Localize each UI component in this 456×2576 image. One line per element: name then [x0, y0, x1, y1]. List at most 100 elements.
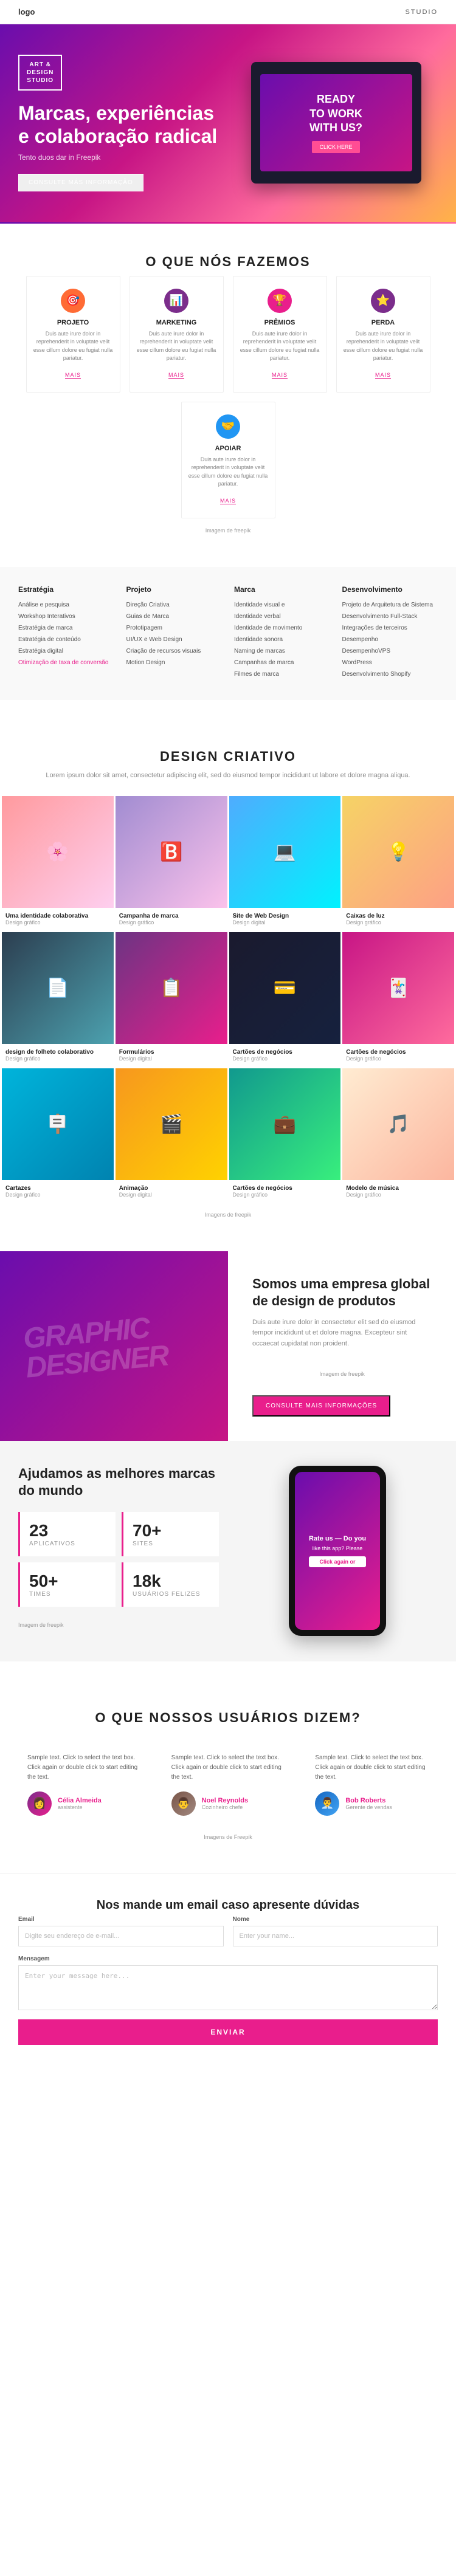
- portfolio-item-2[interactable]: 💻 Site de Web Design Design digital: [229, 796, 341, 930]
- service-icon-marketing: 📊: [164, 289, 188, 313]
- portfolio-item-0[interactable]: 🌸 Uma identidade colaborativa Design grá…: [2, 796, 114, 930]
- hero-cta-button[interactable]: CONSULTE MÁS INFORMAÇÃO: [18, 174, 143, 191]
- hero-right: READY TO WORK WITH US? CLICK HERE: [234, 62, 438, 184]
- stats-left: Ajudamos as melhores marcas do mundo 23 …: [18, 1465, 219, 1637]
- stats-image-credit: Imagem de freepik: [18, 1613, 219, 1637]
- feature-col-projeto: Projeto Direção Criativa Guias de Marca …: [126, 585, 223, 682]
- portfolio-name-0: Uma identidade colaborativa: [5, 913, 110, 919]
- service-desc-3: Duis aute irure dolor in reprehenderit i…: [343, 330, 424, 363]
- testimonial-author-1: 👨 Noel Reynolds Cozinheiro chefe: [171, 1791, 285, 1816]
- portfolio-item-8[interactable]: 🪧 Cartazes Design gráfico: [2, 1068, 114, 1203]
- email-field[interactable]: [18, 1926, 224, 1946]
- portfolio-item-11[interactable]: 🎵 Modelo de música Design gráfico: [342, 1068, 454, 1203]
- message-field[interactable]: [18, 1965, 438, 2010]
- portfolio-item-7[interactable]: 🃏 Cartões de negócios Design gráfico: [342, 932, 454, 1066]
- service-title-0: PROJETO: [33, 319, 114, 326]
- portfolio-cat-1: Design gráfico: [119, 919, 224, 926]
- creative-design-section: DESIGN CRIATIVO Lorem ipsum dolor sit am…: [0, 700, 456, 1251]
- portfolio-grid: 🌸 Uma identidade colaborativa Design grá…: [0, 796, 456, 1202]
- feature-item: Estratégia de marca: [18, 624, 114, 633]
- portfolio-name-7: Cartões de negócios: [346, 1049, 451, 1056]
- message-label: Mensagem: [18, 1956, 438, 1962]
- feature-col-title-2: Marca: [234, 585, 330, 594]
- logo: logo: [18, 7, 35, 16]
- portfolio-name-10: Cartões de negócios: [233, 1185, 337, 1192]
- service-link-1[interactable]: MAIS: [168, 372, 184, 379]
- portfolio-img-bg-10: 💼: [229, 1068, 341, 1180]
- portfolio-img-bg-5: 📋: [116, 932, 227, 1044]
- service-link-2[interactable]: MAIS: [272, 372, 288, 379]
- laptop-mockup: READY TO WORK WITH US? CLICK HERE: [251, 62, 421, 184]
- global-brand-section: GRAPHIC DESIGNER Somos uma empresa globa…: [0, 1251, 456, 1441]
- services-grid: 🎯 PROJETO Duis aute irure dolor in repre…: [0, 276, 456, 518]
- author-name-1: Noel Reynolds: [202, 1797, 248, 1804]
- feature-item: Naming de marcas: [234, 647, 330, 656]
- stat-label-2: TIMES: [29, 1591, 106, 1598]
- testimonial-author-0: 👩 Célia Almeida assistente: [27, 1791, 141, 1816]
- feature-item: Integrações de terceiros: [342, 624, 438, 633]
- portfolio-item-5[interactable]: 📋 Formulários Design digital: [116, 932, 227, 1066]
- features-grid: Estratégia Análise e pesquisa Workshop I…: [18, 585, 438, 682]
- service-title-2: PRÊMIOS: [240, 319, 320, 326]
- service-icon-perda: ⭐: [371, 289, 395, 313]
- hero-section: ART & DESIGN STUDIO Marcas, experiências…: [0, 24, 456, 222]
- name-field[interactable]: [233, 1926, 438, 1946]
- feature-item: Prototipagem: [126, 624, 223, 633]
- portfolio-item-3[interactable]: 💡 Caixas de luz Design gráfico: [342, 796, 454, 930]
- hero-left: ART & DESIGN STUDIO Marcas, experiências…: [18, 55, 234, 191]
- portfolio-cat-6: Design gráfico: [233, 1056, 337, 1062]
- service-title-4: APOIAR: [188, 445, 269, 452]
- feature-item: DesempenhoVPS: [342, 647, 438, 656]
- portfolio-name-8: Cartazes: [5, 1185, 110, 1192]
- portfolio-img-bg-2: 💻: [229, 796, 341, 908]
- service-card-projeto: 🎯 PROJETO Duis aute irure dolor in repre…: [26, 276, 120, 393]
- portfolio-item-10[interactable]: 💼 Cartões de negócios Design gráfico: [229, 1068, 341, 1203]
- stat-box-1: 70+ SITES: [122, 1512, 219, 1556]
- laptop-cta[interactable]: CLICK HERE: [312, 141, 359, 153]
- portfolio-name-2: Site de Web Design: [233, 913, 337, 919]
- email-label: Email: [18, 1916, 224, 1923]
- portfolio-item-6[interactable]: 💳 Cartões de negócios Design gráfico: [229, 932, 341, 1066]
- global-brand-cta[interactable]: CONSULTE MAIS INFORMAÇÕES: [252, 1395, 390, 1417]
- what-we-do-image-credit: Imagem de freepik: [0, 518, 456, 543]
- laptop-screen: READY TO WORK WITH US? CLICK HERE: [260, 74, 412, 171]
- service-desc-4: Duis aute irure dolor in reprehenderit i…: [188, 456, 269, 489]
- feature-col-title-1: Projeto: [126, 585, 223, 594]
- name-form-group: Nome: [233, 1916, 438, 1946]
- feature-item: Desenvolvimento Full-Stack: [342, 613, 438, 621]
- testimonial-card-1: Sample text. Click to select the text bo…: [162, 1744, 294, 1825]
- portfolio-name-9: Animação: [119, 1185, 224, 1192]
- service-link-3[interactable]: MAIS: [375, 372, 391, 379]
- submit-button[interactable]: ENVIAR: [18, 2019, 438, 2045]
- global-brand-credit: Imagem de freepik: [252, 1362, 432, 1386]
- feature-list-3: Projeto de Arquitetura de Sistema Desenv…: [342, 601, 438, 679]
- portfolio-item-4[interactable]: 📄 design de folheto colaborativo Design …: [2, 932, 114, 1066]
- service-link-0[interactable]: MAIS: [65, 372, 81, 379]
- testimonial-text-0: Sample text. Click to select the text bo…: [27, 1753, 141, 1782]
- portfolio-item-1[interactable]: 🅱️ Campanha de marca Design gráfico: [116, 796, 227, 930]
- portfolio-name-5: Formulários: [119, 1049, 224, 1056]
- author-name-0: Célia Almeida: [58, 1797, 102, 1804]
- contact-section: Nos mande um email caso apresente dúvida…: [0, 1874, 456, 2069]
- stat-number-2: 50+: [29, 1571, 106, 1591]
- testimonials-section: O QUE NOSSOS USUÁRIOS DIZEM? Sample text…: [0, 1661, 456, 1874]
- service-desc-0: Duis aute irure dolor in reprehenderit i…: [33, 330, 114, 363]
- what-we-do-title: O QUE NÓS FAZEMOS: [0, 230, 456, 276]
- feature-list-2: Identidade visual e Identidade verbal Id…: [234, 601, 330, 679]
- stat-label-1: SITES: [133, 1540, 210, 1547]
- portfolio-img-bg-1: 🅱️: [116, 796, 227, 908]
- service-link-4[interactable]: MAIS: [220, 498, 236, 504]
- phone-mockup: Rate us — Do you like this app? Please C…: [289, 1466, 386, 1636]
- service-card-marketing: 📊 MARKETING Duis aute irure dolor in rep…: [130, 276, 224, 393]
- stat-number-0: 23: [29, 1521, 106, 1540]
- testimonial-card-0: Sample text. Click to select the text bo…: [18, 1744, 150, 1825]
- service-icon-apoiar: 🤝: [216, 414, 240, 439]
- feature-list-1: Direção Criativa Guias de Marca Prototip…: [126, 601, 223, 667]
- portfolio-item-9[interactable]: 🎬 Animação Design digital: [116, 1068, 227, 1203]
- portfolio-img-bg-0: 🌸: [2, 796, 114, 908]
- portfolio-img-bg-9: 🎬: [116, 1068, 227, 1180]
- portfolio-img-bg-8: 🪧: [2, 1068, 114, 1180]
- contact-title: Nos mande um email caso apresente dúvida…: [18, 1898, 438, 1912]
- service-icon-projeto: 🎯: [61, 289, 85, 313]
- feature-item: Workshop Interativos: [18, 613, 114, 621]
